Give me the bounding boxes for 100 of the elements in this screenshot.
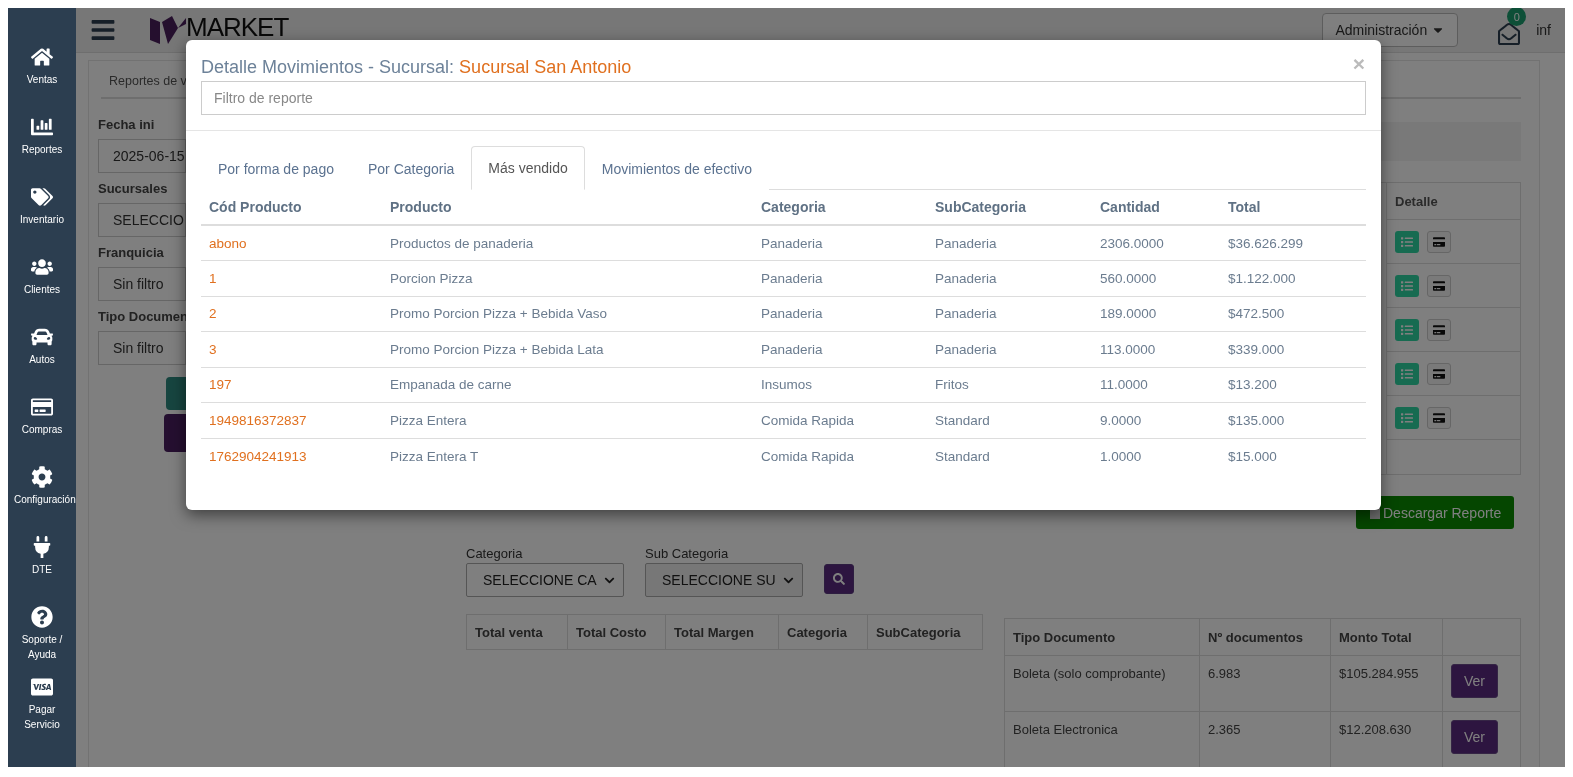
select-field[interactable]: SELECCIONE CA [466, 563, 624, 597]
sidebar-item[interactable]: Compras [8, 396, 76, 466]
table-cell: Insumos [753, 367, 927, 403]
download-report-button[interactable]: Descargar Reporte [1356, 496, 1514, 529]
sidebar-item[interactable]: Soporte / Ayuda [8, 606, 76, 676]
table-cell: Panaderia [753, 225, 927, 261]
tag-icon [31, 186, 53, 208]
filter-input[interactable]: Filtro de reporte [201, 81, 1366, 115]
sidebar-item[interactable]: Reportes [8, 116, 76, 186]
help-icon [31, 606, 53, 628]
table-cell: $135.000 [1220, 402, 1366, 438]
table-cell: Standard [927, 402, 1092, 438]
admin-dropdown[interactable]: Administración [1322, 13, 1459, 47]
user-name[interactable]: inf [1536, 22, 1551, 38]
product-code-cell: 1 [201, 260, 382, 296]
table-cell: Comida Rapida [753, 402, 927, 438]
report-tab[interactable]: Más vendido [471, 146, 585, 190]
table-cell: Panaderia [927, 331, 1092, 367]
column-header: SubCategoria [867, 615, 982, 649]
table-cell: Promo Porcion Pizza + Bebida Lata [382, 331, 753, 367]
column-header: Monto Total [1330, 619, 1442, 655]
field-label: Franquicia [98, 245, 165, 261]
table-cell: Panaderia [753, 260, 927, 296]
table-cell: 9.0000 [1092, 402, 1220, 438]
sidebar-item[interactable]: Pagar Servicio [8, 676, 76, 746]
sidebar-item[interactable]: Autos [8, 326, 76, 396]
table-cell: $12.208.630 [1330, 711, 1442, 767]
column-header: Cantidad [1092, 190, 1220, 225]
table-cell: Boleta Electronica [1005, 711, 1199, 767]
card-button[interactable] [1427, 362, 1451, 385]
select-field[interactable]: SELECCIO [98, 203, 186, 237]
product-code-cell: 1762904241913 [201, 438, 382, 474]
table-cell: 2.365 [1199, 711, 1330, 767]
field-label: Categoria [466, 546, 524, 561]
product-code-cell: 1949816372837 [201, 402, 382, 438]
search-icon [833, 573, 845, 585]
card-button[interactable] [1427, 406, 1451, 429]
product-code-cell: 2 [201, 296, 382, 332]
select-field[interactable]: Sin filtro [98, 267, 186, 301]
table-cell: Fritos [927, 367, 1092, 403]
table-cell: 6.983 [1199, 655, 1330, 711]
view-button[interactable]: Ver [1451, 664, 1498, 698]
table-cell: 1.0000 [1092, 438, 1220, 474]
table-cell: $1.122.000 [1220, 260, 1366, 296]
table-cell: Porcion Pizza [382, 260, 753, 296]
search-button[interactable] [824, 564, 854, 594]
column-header: Total [1220, 190, 1366, 225]
settings-icon [31, 466, 53, 488]
table-cell: $36.626.299 [1220, 225, 1366, 261]
visa-card-icon [31, 676, 53, 698]
column-header: Producto [382, 190, 753, 225]
list-icon [1401, 367, 1413, 380]
sidebar-item[interactable]: Inventario [8, 186, 76, 256]
list-icon [1401, 323, 1413, 336]
plug-icon [31, 536, 53, 558]
table-cell: Panaderia [927, 296, 1092, 332]
card-button[interactable] [1427, 318, 1451, 341]
date-field[interactable]: 2025-06-15 [98, 139, 186, 173]
table-cell: 11.0000 [1092, 367, 1220, 403]
card-button[interactable] [1427, 274, 1451, 297]
credit-card-icon [1433, 367, 1445, 380]
table-cell: $472.500 [1220, 296, 1366, 332]
table-cell: Pizza Entera T [382, 438, 753, 474]
sidebar-item[interactable]: Clientes [8, 256, 76, 326]
select-field[interactable]: SELECCIONE SU [645, 563, 803, 597]
product-code-cell: abono [201, 225, 382, 261]
list-icon [1401, 279, 1413, 292]
sidebar-item[interactable]: DTE [8, 536, 76, 606]
table-cell: $15.000 [1220, 438, 1366, 474]
select-field[interactable]: Sin filtro [98, 331, 186, 365]
product-code-cell: 197 [201, 367, 382, 403]
field-label: Sucursales [98, 181, 169, 197]
table-cell: Pizza Entera [382, 402, 753, 438]
column-header: Nº documentos [1199, 619, 1330, 655]
credit-card-icon [1433, 235, 1445, 248]
mail-icon[interactable] [1498, 23, 1521, 45]
column-header: Total venta [474, 623, 544, 642]
sidebar-item[interactable]: Ventas [8, 46, 76, 116]
credit-card-icon [1433, 323, 1445, 336]
table-cell: $339.000 [1220, 331, 1366, 367]
list-icon [1401, 411, 1413, 424]
credit-card-icon [1433, 279, 1445, 292]
home-icon [31, 46, 53, 68]
view-button[interactable]: Ver [1451, 720, 1498, 754]
card-button[interactable] [1427, 230, 1451, 253]
table-cell: Productos de panaderia [382, 225, 753, 261]
field-label: Fecha ini [98, 117, 156, 133]
table-cell: Empanada de carne [382, 367, 753, 403]
sidebar-item[interactable]: Configuración [8, 466, 76, 536]
table-cell: Panaderia [753, 296, 927, 332]
column-header: Categoria [753, 190, 927, 225]
product-code-cell: 3 [201, 331, 382, 367]
menu-icon[interactable] [90, 17, 116, 43]
table-cell: Promo Porcion Pizza + Bebida Vaso [382, 296, 753, 332]
users-icon [31, 256, 53, 278]
bar-chart-icon [31, 116, 53, 138]
field-label: Sub Categoria [645, 546, 730, 561]
column-header: Tipo Documento [1012, 628, 1117, 647]
column-header: Total Costo [567, 615, 665, 649]
table-cell: 189.0000 [1092, 296, 1220, 332]
